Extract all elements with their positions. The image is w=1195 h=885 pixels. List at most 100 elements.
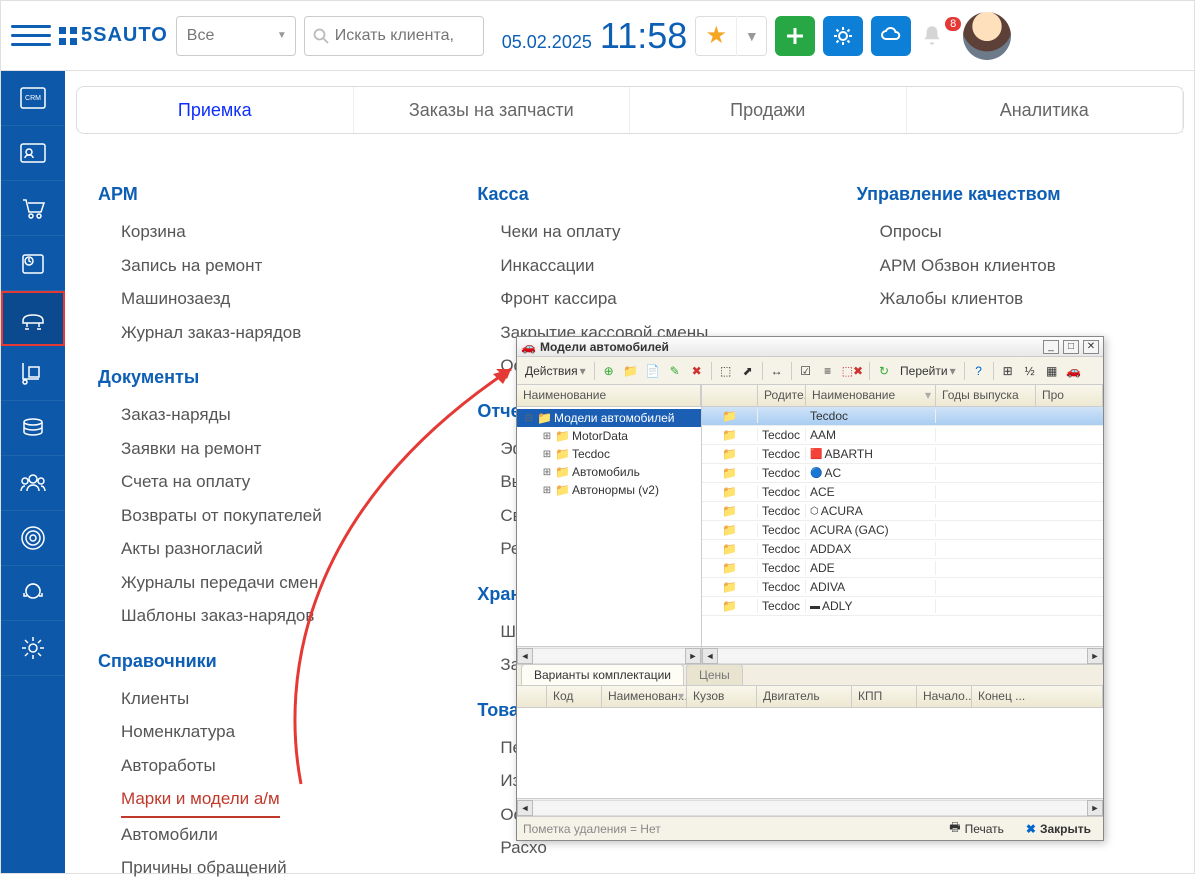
settings-gear-button[interactable] bbox=[823, 16, 863, 56]
menu-item[interactable]: Фронт кассира bbox=[455, 282, 804, 316]
toolbar-goto[interactable]: Перейти ▾ bbox=[896, 364, 960, 378]
menu-toggle[interactable] bbox=[11, 16, 51, 56]
sub-col-kpp[interactable]: КПП bbox=[852, 686, 917, 707]
filter-dropdown[interactable]: Все bbox=[176, 16, 296, 56]
tab-analitika[interactable]: Аналитика bbox=[907, 87, 1184, 133]
tab-priemka[interactable]: Приемка bbox=[77, 87, 354, 133]
menu-item[interactable]: Автоработы bbox=[76, 749, 425, 783]
sidebar-contacts[interactable] bbox=[1, 126, 65, 181]
sidebar-dolly[interactable] bbox=[1, 346, 65, 401]
sub-grid-body[interactable] bbox=[517, 708, 1103, 798]
menu-item[interactable]: Опросы bbox=[835, 215, 1184, 249]
fraction-icon[interactable]: ½ bbox=[1020, 361, 1040, 381]
tree-hscroll[interactable]: ◄ ► bbox=[517, 646, 701, 664]
tree-row[interactable]: ⊞📁Tecdoc bbox=[517, 445, 701, 463]
refresh-icon[interactable]: ↻ bbox=[874, 361, 894, 381]
menu-item[interactable]: Счета на оплату bbox=[76, 465, 425, 499]
sidebar-cart[interactable] bbox=[1, 181, 65, 236]
col-years[interactable]: Годы выпуска bbox=[936, 385, 1036, 406]
scroll-left[interactable]: ◄ bbox=[517, 800, 533, 816]
btab-variants[interactable]: Варианты комплектации bbox=[521, 664, 684, 685]
col-pro[interactable]: Про bbox=[1036, 385, 1103, 406]
btab-prices[interactable]: Цены bbox=[686, 664, 743, 685]
print-button[interactable]: 🖶Печать bbox=[943, 816, 1010, 841]
table-row[interactable]: 📁Tecdoc🟥 ABARTH bbox=[702, 445, 1103, 464]
menu-item[interactable]: Причины обращений bbox=[76, 851, 425, 885]
menu-item[interactable]: Чеки на оплату bbox=[455, 215, 804, 249]
table-row[interactable]: 📁Tecdoc bbox=[702, 407, 1103, 426]
sidebar-settings[interactable] bbox=[1, 621, 65, 676]
avatar[interactable] bbox=[963, 12, 1011, 60]
search-input[interactable] bbox=[335, 27, 475, 45]
table-row[interactable]: 📁TecdocACURA (GAC) bbox=[702, 521, 1103, 540]
menu-item[interactable]: АРМ Обзвон клиентов bbox=[835, 249, 1184, 283]
menu-item[interactable]: Журналы передачи смен bbox=[76, 566, 425, 600]
menu-item[interactable]: Клиенты bbox=[76, 682, 425, 716]
add-folder-icon[interactable]: 📁 bbox=[621, 361, 641, 381]
menu-item[interactable]: Марки и модели а/м bbox=[121, 782, 280, 818]
sub-col-end[interactable]: Конец ... bbox=[972, 686, 1103, 707]
table-row[interactable]: 📁Tecdoc▬ ADLY bbox=[702, 597, 1103, 616]
tree-view-icon[interactable]: ⊞ bbox=[998, 361, 1018, 381]
search-box[interactable] bbox=[304, 16, 484, 56]
tree-row[interactable]: ⊞📁Автомобиль bbox=[517, 463, 701, 481]
menu-item[interactable]: Запись на ремонт bbox=[76, 249, 425, 283]
tree[interactable]: ⊟📁Модели автомобилей⊞📁MotorData⊞📁Tecdoc⊞… bbox=[517, 407, 701, 646]
tree-row[interactable]: ⊟📁Модели автомобилей bbox=[517, 409, 701, 427]
minimize-button[interactable]: _ bbox=[1043, 340, 1059, 354]
move-icon[interactable]: ↔ bbox=[767, 361, 787, 381]
sidebar-people[interactable] bbox=[1, 456, 65, 511]
table-row[interactable]: 📁TecdocADIVA bbox=[702, 578, 1103, 597]
list-icon[interactable]: ≡ bbox=[818, 361, 838, 381]
sidebar-target[interactable] bbox=[1, 511, 65, 566]
table-row[interactable]: 📁TecdocADDAX bbox=[702, 540, 1103, 559]
sub-hscroll[interactable]: ◄ ► bbox=[517, 798, 1103, 816]
menu-item[interactable]: Инкассации bbox=[455, 249, 804, 283]
close-button[interactable]: ✕ bbox=[1083, 340, 1099, 354]
menu-item[interactable]: Акты разногласий bbox=[76, 532, 425, 566]
sub-col-name[interactable]: Наименован...▾ bbox=[602, 686, 687, 707]
favorites[interactable]: ★ ▼ bbox=[695, 16, 767, 56]
close-status-button[interactable]: ✖Закрыть bbox=[1020, 820, 1097, 838]
help-icon[interactable]: ? bbox=[969, 361, 989, 381]
col-blank[interactable] bbox=[702, 385, 758, 406]
edit-icon[interactable]: ✎ bbox=[665, 361, 685, 381]
scroll-right[interactable]: ► bbox=[1087, 648, 1103, 664]
table-row[interactable]: 📁TecdocACE bbox=[702, 483, 1103, 502]
filter-icon[interactable]: ⬚ bbox=[716, 361, 736, 381]
scroll-right[interactable]: ► bbox=[1087, 800, 1103, 816]
scroll-left[interactable]: ◄ bbox=[517, 648, 533, 664]
scroll-left[interactable]: ◄ bbox=[702, 648, 718, 664]
menu-item[interactable]: Шаблоны заказ-нарядов bbox=[76, 599, 425, 633]
col-parent[interactable]: Родите... bbox=[758, 385, 806, 406]
delete-icon[interactable]: ✖ bbox=[687, 361, 707, 381]
dialog-titlebar[interactable]: 🚗 Модели автомобилей _ □ ✕ bbox=[517, 337, 1103, 357]
sub-col-start[interactable]: Начало... bbox=[917, 686, 972, 707]
favorites-dropdown[interactable]: ▼ bbox=[736, 16, 766, 56]
tree-row[interactable]: ⊞📁MotorData bbox=[517, 427, 701, 445]
grid-hscroll[interactable]: ◄ ► bbox=[702, 646, 1103, 664]
maximize-button[interactable]: □ bbox=[1063, 340, 1079, 354]
menu-item[interactable]: Корзина bbox=[76, 215, 425, 249]
select-icon[interactable]: ☑ bbox=[796, 361, 816, 381]
menu-item[interactable]: Заказ-наряды bbox=[76, 398, 425, 432]
columns-icon[interactable]: ▦ bbox=[1042, 361, 1062, 381]
table-row[interactable]: 📁TecdocAAM bbox=[702, 426, 1103, 445]
notifications[interactable]: 8 bbox=[919, 23, 955, 49]
menu-item[interactable]: Журнал заказ-нарядов bbox=[76, 316, 425, 350]
hierarchy-icon[interactable]: ⬈ bbox=[738, 361, 758, 381]
sidebar-car[interactable] bbox=[1, 291, 65, 346]
col-name[interactable]: Наименование▾ bbox=[806, 385, 936, 406]
menu-item[interactable]: Заявки на ремонт bbox=[76, 432, 425, 466]
sidebar-support[interactable] bbox=[1, 566, 65, 621]
scroll-right[interactable]: ► bbox=[685, 648, 701, 664]
table-row[interactable]: 📁Tecdoc🔵 AC bbox=[702, 464, 1103, 483]
table-row[interactable]: 📁Tecdoc⬡ ACURA bbox=[702, 502, 1103, 521]
sub-col-blank[interactable] bbox=[517, 686, 547, 707]
menu-item[interactable]: Жалобы клиентов bbox=[835, 282, 1184, 316]
tab-prodazhi[interactable]: Продажи bbox=[630, 87, 907, 133]
sub-col-engine[interactable]: Двигатель bbox=[757, 686, 852, 707]
table-row[interactable]: 📁TecdocADE bbox=[702, 559, 1103, 578]
tab-zakazy[interactable]: Заказы на запчасти bbox=[354, 87, 631, 133]
sidebar-coins[interactable] bbox=[1, 401, 65, 456]
